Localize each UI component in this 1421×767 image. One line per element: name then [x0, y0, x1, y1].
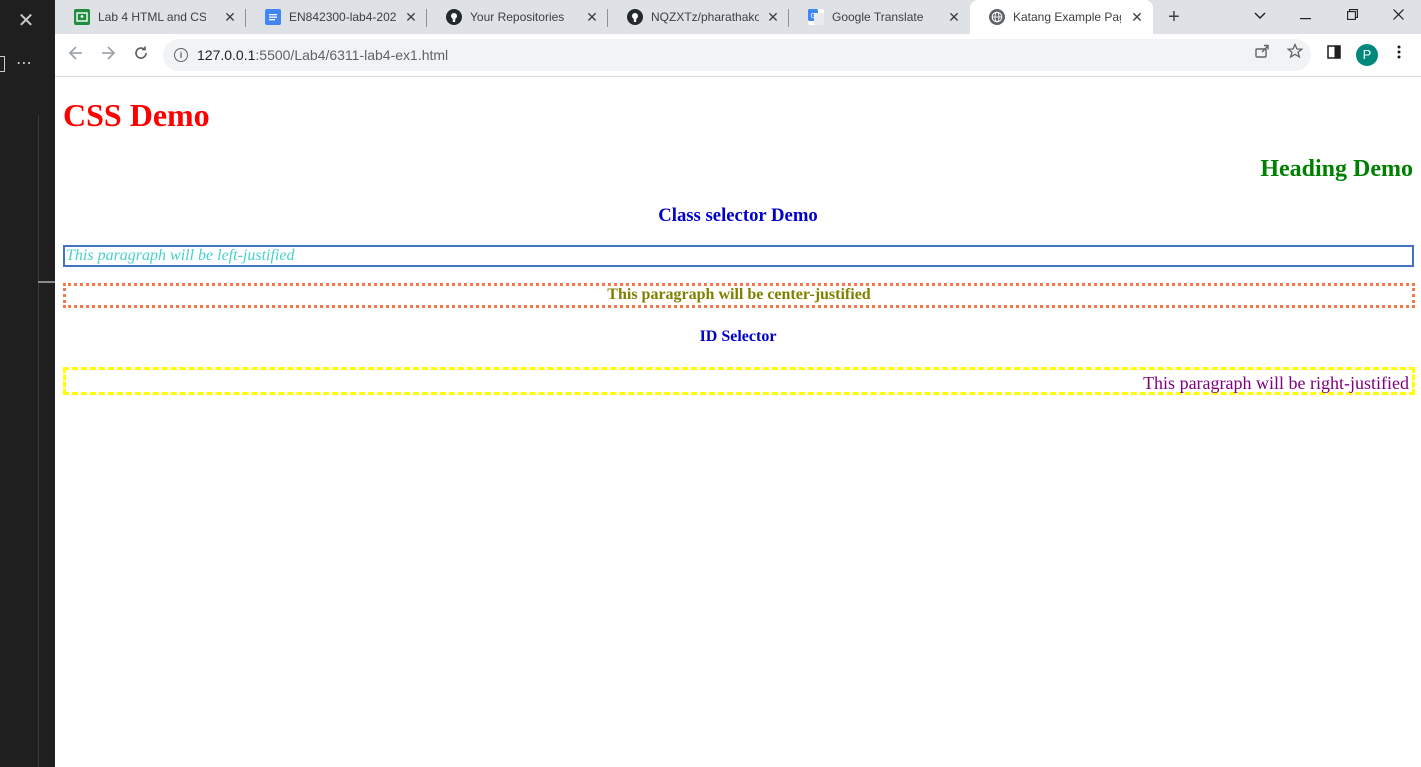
translate-icon: G [808, 9, 824, 25]
back-icon[interactable] [64, 43, 88, 67]
editor-divider [38, 115, 39, 767]
url-path: :5500/Lab4/6311-lab4-ex1.html [255, 47, 449, 63]
globe-icon [989, 9, 1005, 25]
close-icon[interactable]: ✕ [14, 9, 38, 33]
editor-sidebar: ✕ ⋯ [0, 0, 55, 767]
reload-icon[interactable] [129, 43, 153, 67]
close-tab-icon[interactable]: ✕ [946, 9, 962, 25]
left-justified-paragraph: This paragraph will be left-justified [63, 245, 1414, 267]
github-icon [627, 9, 643, 25]
tab-title: Katang Example Page [1013, 10, 1121, 24]
close-tab-icon[interactable]: ✕ [222, 9, 238, 25]
tab-title: Google Translate [832, 10, 924, 24]
minimize-icon[interactable] [1293, 4, 1317, 28]
right-justified-paragraph: This paragraph will be right-justified [63, 367, 1415, 395]
page-content: CSS Demo Heading Demo Class selector Dem… [55, 77, 1421, 767]
browser-window: Lab 4 HTML and CSS ✕ EN842300-lab4-2023 … [55, 0, 1421, 767]
site-info-icon[interactable]: i [174, 48, 188, 62]
svg-text:G: G [811, 12, 816, 20]
share-icon[interactable] [1250, 43, 1274, 67]
browser-menu-icon[interactable] [1387, 43, 1411, 67]
restore-icon[interactable] [1340, 4, 1364, 28]
close-window-icon[interactable] [1386, 4, 1410, 28]
browser-toolbar: i 127.0.0.1:5500/Lab4/6311-lab4-ex1.html… [55, 34, 1421, 77]
tab-en842300[interactable]: EN842300-lab4-2023 ✕ [246, 0, 427, 34]
profile-avatar[interactable]: P [1356, 44, 1378, 66]
new-tab-icon[interactable]: + [1162, 5, 1186, 29]
tab-lab4[interactable]: Lab 4 HTML and CSS ✕ [55, 0, 246, 34]
address-bar[interactable]: i 127.0.0.1:5500/Lab4/6311-lab4-ex1.html [163, 39, 1311, 71]
tab-google-translate[interactable]: G Google Translate ✕ [789, 0, 970, 34]
tab-search-icon[interactable] [1248, 4, 1272, 28]
tab-title: Your Repositories [470, 10, 565, 24]
url-host: 127.0.0.1 [197, 47, 256, 63]
url-text[interactable]: 127.0.0.1:5500/Lab4/6311-lab4-ex1.html [197, 47, 448, 63]
docs-icon [265, 9, 281, 25]
id-selector-heading: ID Selector [699, 328, 777, 345]
center-justified-paragraph: This paragraph will be center-justified [63, 283, 1415, 308]
close-tab-icon[interactable]: ✕ [1129, 9, 1145, 25]
tab-katang-example-page[interactable]: Katang Example Page ✕ [970, 0, 1153, 34]
close-tab-icon[interactable]: ✕ [765, 9, 781, 25]
editor-scroll-marker [38, 281, 55, 283]
side-panel-icon[interactable] [1322, 43, 1346, 67]
forward-icon[interactable] [96, 43, 120, 67]
tab-title: NQZXTz/pharathakorn [651, 10, 759, 24]
github-icon [446, 9, 462, 25]
tab-your-repositories[interactable]: Your Repositories ✕ [427, 0, 608, 34]
class-selector-heading: Class selector Demo [658, 205, 818, 226]
page-title: CSS Demo [63, 97, 210, 133]
close-tab-icon[interactable]: ✕ [403, 9, 419, 25]
close-tab-icon[interactable]: ✕ [584, 9, 600, 25]
tab-nqzxtz[interactable]: NQZXTz/pharathakorn ✕ [608, 0, 789, 34]
tab-title: Lab 4 HTML and CSS [98, 10, 206, 24]
tab-title: EN842300-lab4-2023 [289, 10, 397, 24]
classroom-icon [74, 9, 90, 25]
more-icon[interactable]: ⋯ [16, 53, 33, 73]
heading-demo: Heading Demo [1260, 156, 1413, 182]
tab-bar: Lab 4 HTML and CSS ✕ EN842300-lab4-2023 … [55, 0, 1421, 34]
panel-icon[interactable] [0, 56, 5, 72]
bookmark-star-icon[interactable] [1283, 42, 1307, 67]
